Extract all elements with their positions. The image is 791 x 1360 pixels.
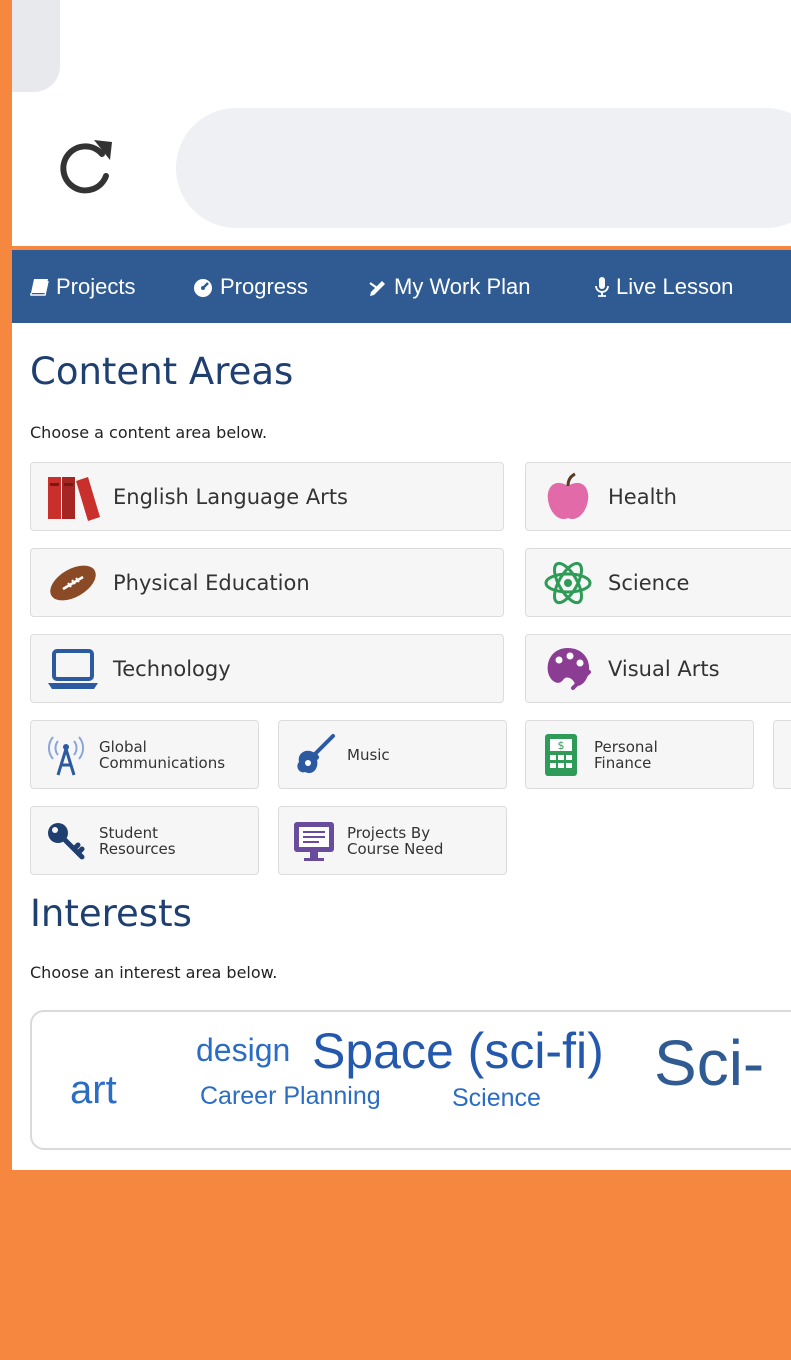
content-area-label: Technology [113,656,231,681]
books-icon [48,476,100,521]
nav-live-lesson[interactable]: Live Lesson [594,250,733,323]
content-area-student-resources[interactable]: Student Resources [30,806,259,875]
interest-tag-sci-fi[interactable]: Sci- [654,1026,764,1100]
nav-item-label: Progress [220,273,309,299]
content-area-label: Projects By Course Need [347,823,444,858]
book-icon [30,278,49,296]
content-area-label: Global Communications [99,737,226,772]
nav-item-label: Live Lesson [616,273,734,299]
microphone-icon [595,276,609,297]
interest-tag-career-planning[interactable]: Career Planning [200,1082,381,1111]
interest-tag-design[interactable]: design [196,1032,290,1069]
content-area-label: Science [608,570,690,595]
content-area-label: Physical Education [113,570,310,595]
nav-item-label: My Work Plan [394,273,531,299]
atom-icon [544,561,592,604]
nav-progress[interactable]: Progress [192,250,308,323]
nav-item-label: Projects [56,273,136,299]
interest-tag-cloud: art design Space (sci-fi) Sci- Career Pl… [30,1010,791,1150]
content-area-science[interactable]: Science [525,548,791,617]
content-area-label: Visual Arts [608,656,720,681]
palette-icon [547,647,591,690]
content-area-label: Student Resources [99,823,176,858]
antenna-icon [48,735,84,775]
interest-tag-science[interactable]: Science [452,1084,541,1113]
browser-tab-stub[interactable] [12,0,60,92]
phone-screen: Projects Progress My Work Plan Live Less… [12,0,791,1170]
content-area-label: Personal Finance [594,737,658,772]
content-area-label: English Language Arts [113,484,348,509]
interest-tag-art[interactable]: art [70,1068,117,1113]
reload-icon[interactable] [50,132,120,202]
content-area-english-language-arts[interactable]: English Language Arts [30,462,504,531]
content-areas-subtitle: Choose a content area below. [30,423,268,442]
nav-my-work-plan[interactable]: My Work Plan [368,250,531,323]
monitor-icon [294,821,334,861]
content-area-physical-education[interactable]: Physical Education [30,548,504,617]
content-area-label: Music [347,745,390,764]
pencil-icon [369,280,385,296]
dashboard-icon [194,278,212,297]
interests-title: Interests [30,892,192,935]
content-area-global-communications[interactable]: Global Communications [30,720,259,789]
laptop-icon [48,648,98,689]
content-area-personal-finance[interactable]: $ Personal Finance [525,720,754,789]
nav-projects[interactable]: Projects [30,250,135,323]
content-area-visual-arts[interactable]: Visual Arts [525,634,791,703]
interests-subtitle: Choose an interest area below. [30,963,278,982]
interest-tag-space-sci-fi[interactable]: Space (sci-fi) [312,1022,604,1080]
content-area-health[interactable]: Health [525,462,791,531]
svg-text:$: $ [558,739,565,752]
content-area-offscreen-card[interactable] [773,720,791,789]
guitar-icon [297,733,335,773]
top-navbar: Projects Progress My Work Plan Live Less… [12,250,791,323]
content-area-label: Health [608,484,677,509]
apple-icon [547,472,589,519]
content-areas-title: Content Areas [30,350,294,393]
content-area-music[interactable]: Music [278,720,507,789]
calculator-icon: $ [545,733,577,776]
key-icon [48,822,85,859]
football-icon [50,565,96,600]
content-area-technology[interactable]: Technology [30,634,504,703]
content-area-projects-by-course-need[interactable]: Projects By Course Need [278,806,507,875]
address-bar[interactable] [176,108,791,228]
